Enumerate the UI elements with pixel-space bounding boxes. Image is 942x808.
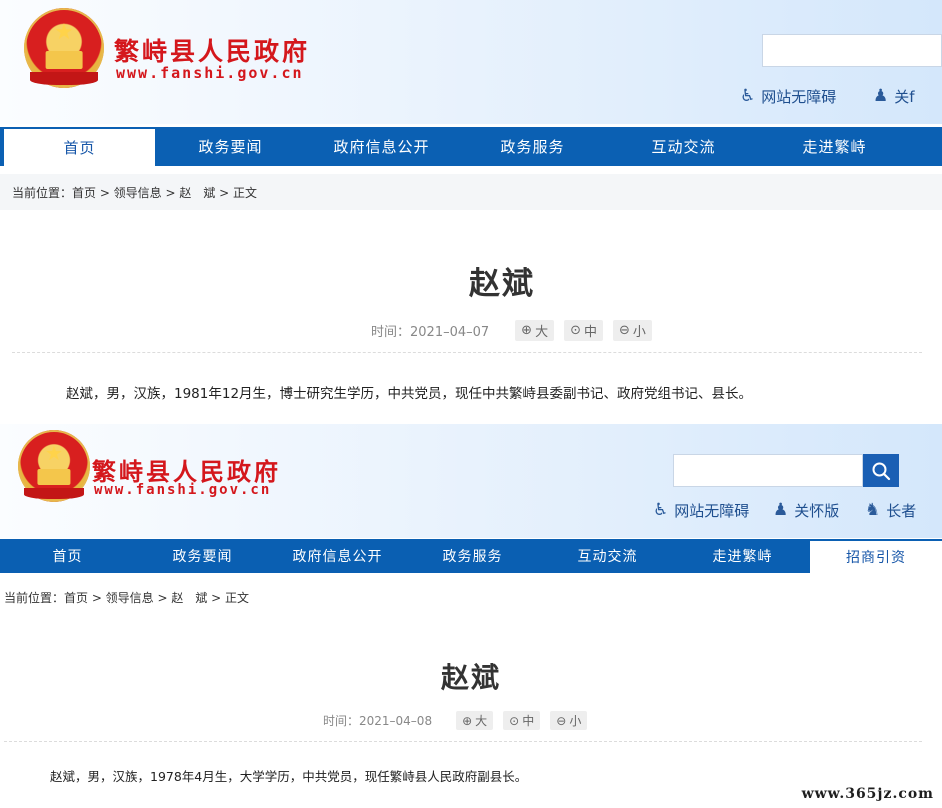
- article-meta: 时间：2021–04–08 ⊕ 大 ⊙ 中 ⊖ 小: [323, 711, 588, 730]
- elder-icon: ♞: [865, 500, 881, 520]
- national-emblem-logo: ★: [18, 430, 90, 502]
- search-icon: [872, 462, 891, 480]
- star-icon: ★: [54, 20, 74, 46]
- site-url: www.fanshi.gov.cn: [116, 64, 304, 82]
- font-large-button[interactable]: ⊕ 大: [456, 711, 494, 730]
- care-person-icon: ♟: [773, 500, 789, 520]
- care-mode-link[interactable]: ♟ 关怀版: [773, 500, 839, 521]
- nav-news[interactable]: 政务要闻: [155, 127, 306, 166]
- publish-time: 时间：2021–04–08: [323, 714, 433, 728]
- elder-mode-label: 长者: [886, 502, 917, 520]
- nav-info-disclosure[interactable]: 政府信息公开: [270, 539, 405, 573]
- article-body: 赵斌，男，汉族，1978年4月生，大学学历，中共党员，现任繁峙县人民政府副县长。: [50, 769, 528, 784]
- accessibility-link[interactable]: ♿ 网站无障碍: [740, 86, 836, 107]
- care-mode-label: 关怀版: [794, 502, 840, 520]
- search-button[interactable]: [863, 454, 899, 487]
- care-person-icon: ♟: [873, 86, 889, 106]
- zoom-reset-icon: ⊙: [570, 323, 581, 338]
- zoom-reset-icon: ⊙: [509, 713, 520, 728]
- nav-interaction[interactable]: 互动交流: [540, 539, 675, 573]
- nav-about[interactable]: 走进繁峙: [675, 539, 810, 573]
- article-body: 赵斌，男，汉族，1981年12月生，博士研究生学历，中共党员，现任中共繁峙县委副…: [66, 386, 753, 402]
- nav-investment[interactable]: 招商引资: [810, 539, 942, 573]
- breadcrumb-text[interactable]: 当前位置：首页 > 领导信息 > 赵 斌 > 正文: [12, 184, 257, 201]
- article-meta: 时间：2021–04–07 ⊕ 大 ⊙ 中 ⊖ 小: [371, 320, 652, 341]
- wheelchair-icon: ♿: [740, 86, 756, 106]
- site-header: ★ 繁峙县人民政府 www.fanshi.gov.cn ♿ 网站无障碍 ♟ 关怀…: [0, 424, 942, 538]
- nav-services[interactable]: 政务服务: [405, 539, 540, 573]
- site-header: ★ 繁峙县人民政府 www.fanshi.gov.cn ♿ 网站无障碍 ♟ 关f: [0, 0, 942, 124]
- screenshot-top: ★ 繁峙县人民政府 www.fanshi.gov.cn ♿ 网站无障碍 ♟ 关f…: [0, 0, 942, 414]
- font-medium-button[interactable]: ⊙ 中: [564, 320, 604, 341]
- care-mode-label: 关f: [894, 88, 915, 106]
- search-input[interactable]: [673, 454, 863, 487]
- national-emblem-logo: ★: [24, 8, 104, 88]
- main-nav: 首页 政务要闻 政府信息公开 政务服务 互动交流 走进繁峙: [0, 127, 942, 166]
- publish-time: 时间：2021–04–07: [371, 325, 490, 340]
- nav-info-disclosure[interactable]: 政府信息公开: [306, 127, 457, 166]
- accessibility-label: 网站无障碍: [761, 88, 837, 106]
- article-title: 赵斌: [469, 266, 535, 302]
- zoom-in-icon: ⊕: [462, 713, 473, 728]
- divider: [4, 741, 922, 742]
- wheelchair-icon: ♿: [653, 500, 669, 520]
- zoom-in-icon: ⊕: [521, 323, 533, 338]
- divider: [12, 352, 922, 353]
- site-url: www.fanshi.gov.cn: [94, 482, 272, 498]
- screenshot-bottom: ★ 繁峙县人民政府 www.fanshi.gov.cn ♿ 网站无障碍 ♟ 关怀…: [0, 424, 942, 808]
- nav-home[interactable]: 首页: [0, 539, 135, 573]
- elder-mode-link[interactable]: ♞ 长者: [865, 500, 916, 521]
- breadcrumb: 当前位置：首页 > 领导信息 > 赵 斌 > 正文: [0, 174, 942, 210]
- breadcrumb: 当前位置：首页 > 领导信息 > 赵 斌 > 正文: [0, 582, 942, 612]
- nav-news[interactable]: 政务要闻: [135, 539, 270, 573]
- main-nav: 首页 政务要闻 政府信息公开 政务服务 互动交流 走进繁峙 招商引资: [0, 539, 942, 573]
- nav-about[interactable]: 走进繁峙: [759, 127, 910, 166]
- accessibility-label: 网站无障碍: [674, 502, 750, 520]
- font-large-button[interactable]: ⊕ 大: [515, 320, 555, 341]
- font-medium-button[interactable]: ⊙ 中: [503, 711, 541, 730]
- search-input[interactable]: [762, 34, 942, 67]
- font-small-button[interactable]: ⊖ 小: [550, 711, 588, 730]
- nav-interaction[interactable]: 互动交流: [608, 127, 759, 166]
- watermark: www.365jz.com: [801, 786, 934, 802]
- care-mode-link[interactable]: ♟ 关f: [873, 86, 915, 107]
- accessibility-link[interactable]: ♿ 网站无障碍: [653, 500, 749, 521]
- breadcrumb-text[interactable]: 当前位置：首页 > 领导信息 > 赵 斌 > 正文: [4, 589, 249, 606]
- article-title: 赵斌: [440, 661, 501, 694]
- star-icon: ★: [45, 440, 63, 465]
- nav-home[interactable]: 首页: [4, 127, 155, 166]
- site-title: 繁峙县人民政府: [114, 37, 311, 66]
- font-small-button[interactable]: ⊖ 小: [613, 320, 652, 341]
- nav-services[interactable]: 政务服务: [457, 127, 608, 166]
- zoom-out-icon: ⊖: [619, 323, 630, 338]
- zoom-out-icon: ⊖: [556, 713, 567, 728]
